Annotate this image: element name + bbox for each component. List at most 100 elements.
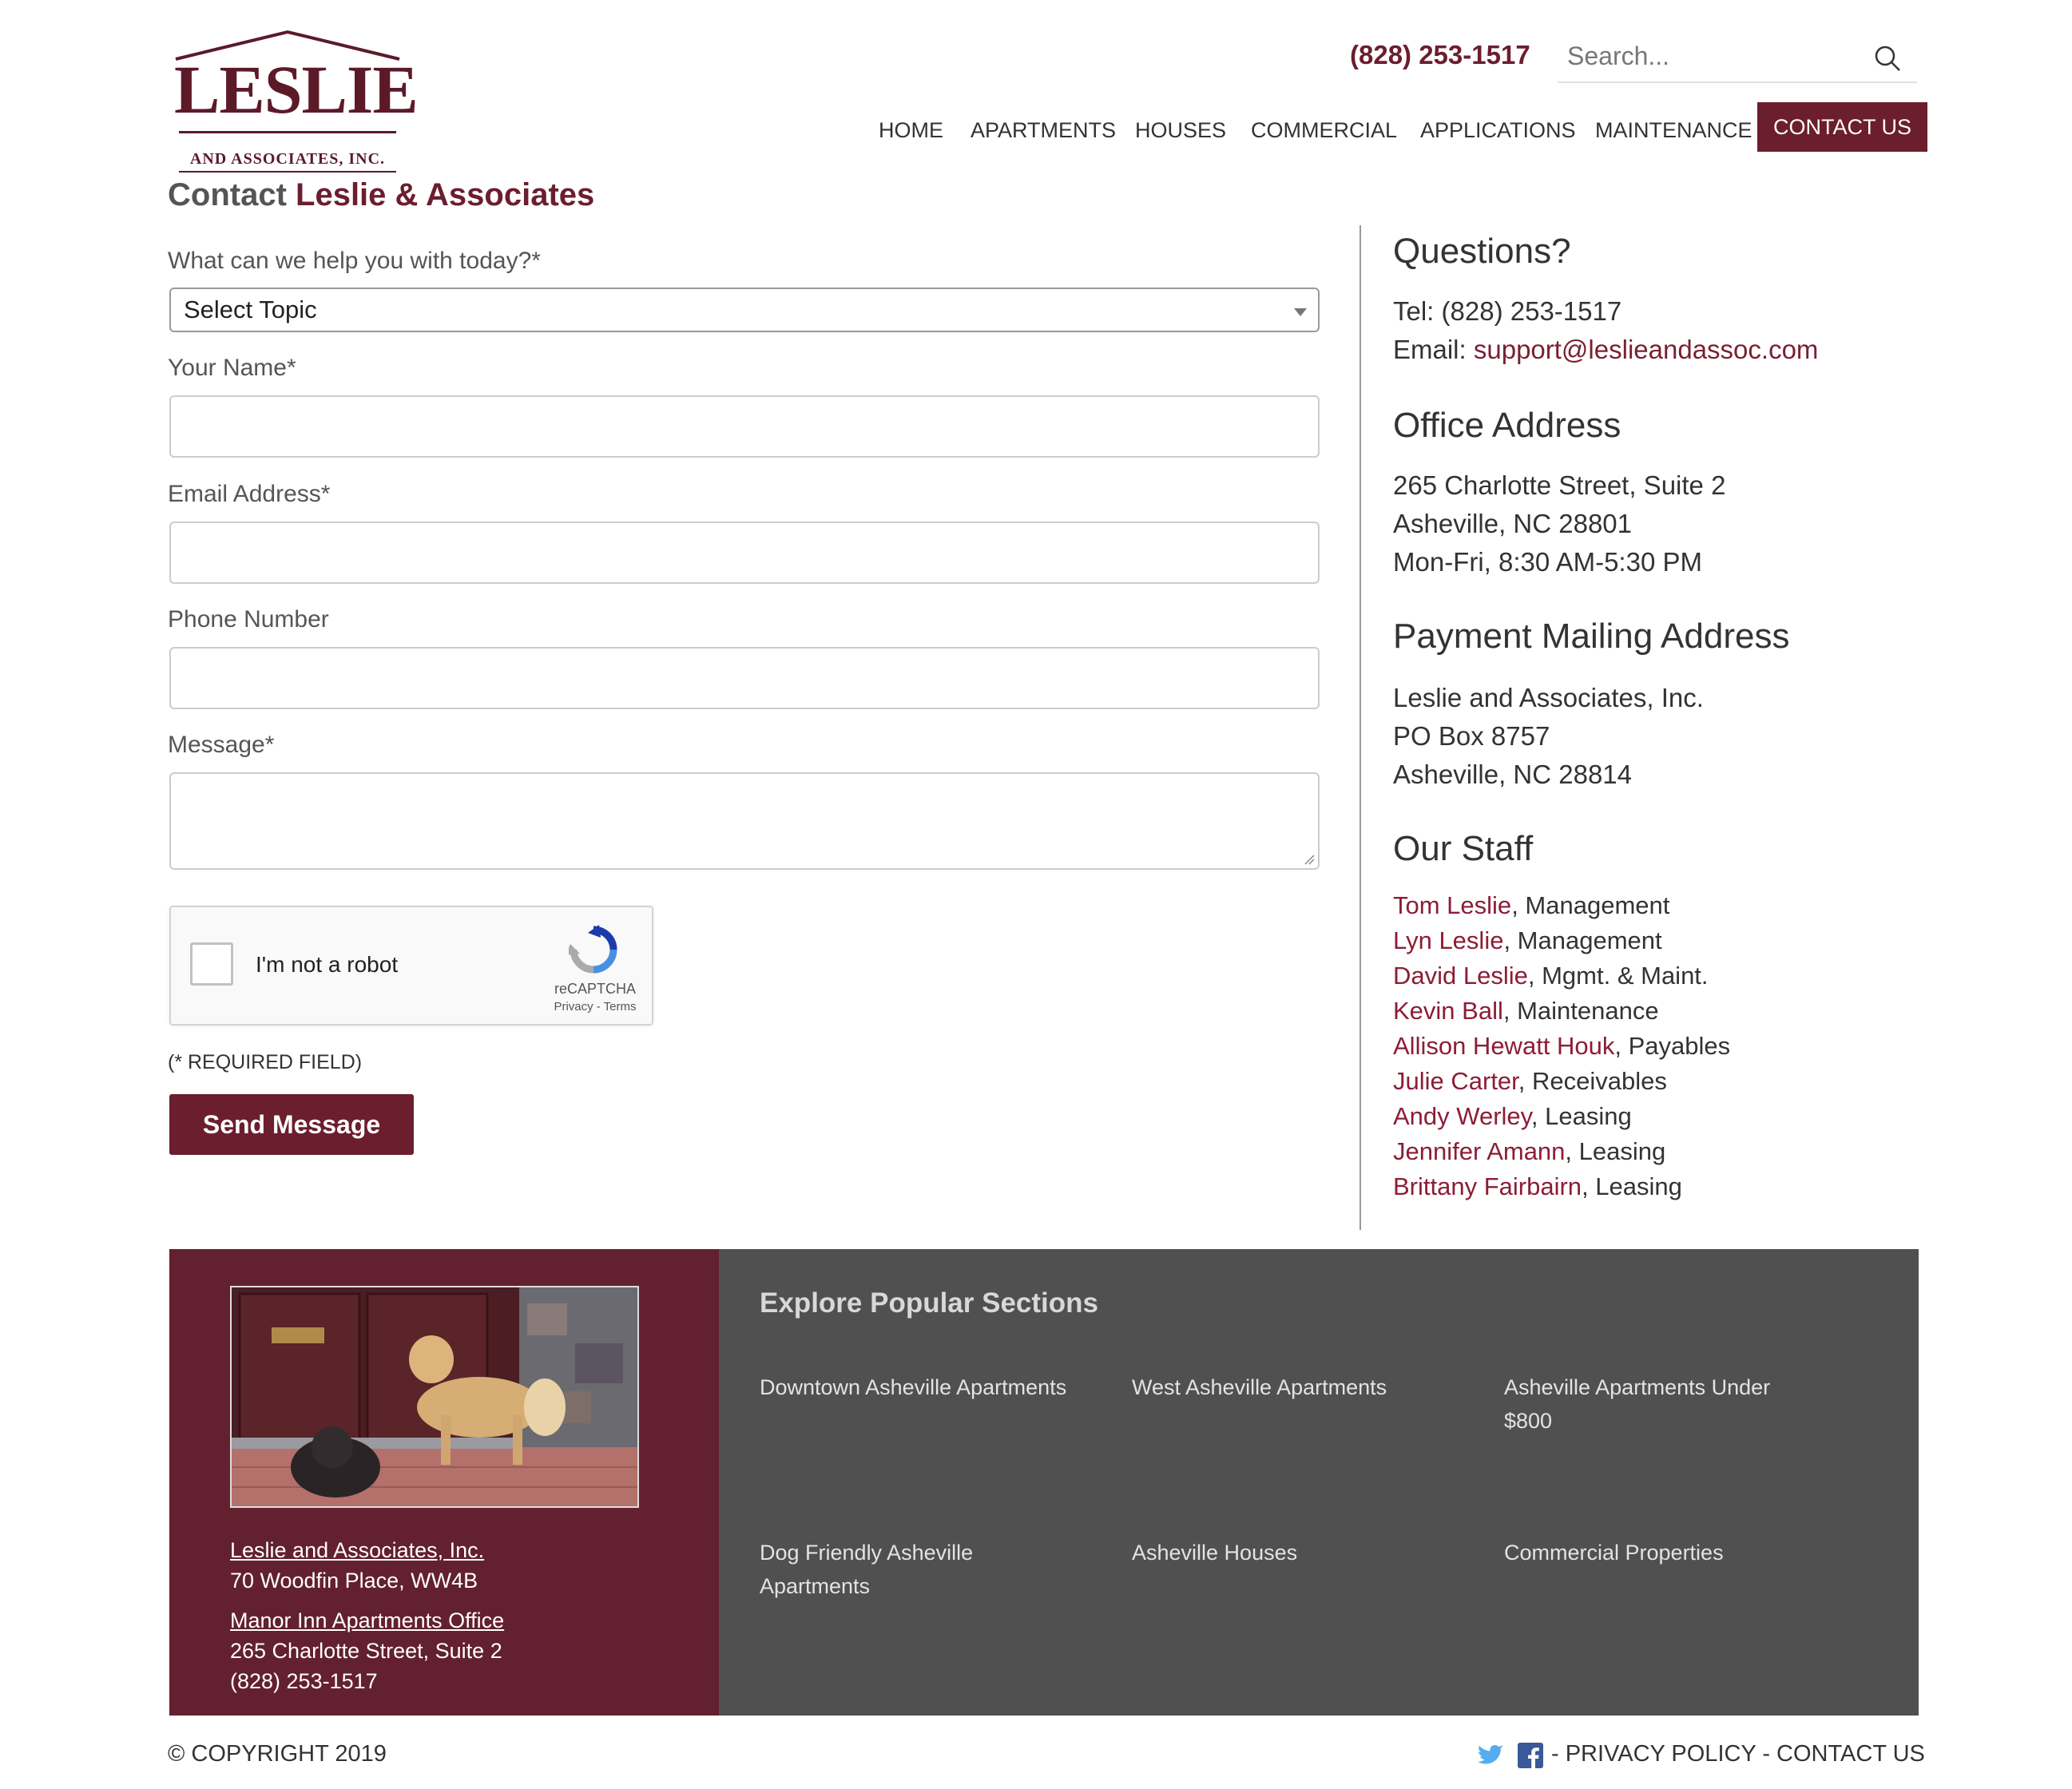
email-line: Email: support@leslieandassoc.com bbox=[1393, 331, 1818, 369]
staff-name-link[interactable]: Tom Leslie bbox=[1393, 891, 1511, 919]
tel-label: Tel: bbox=[1393, 296, 1435, 326]
search-input[interactable] bbox=[1558, 32, 1864, 80]
office-heading: Office Address bbox=[1393, 406, 1621, 445]
payment-line: Leslie and Associates, Inc. bbox=[1393, 683, 1704, 712]
privacy-contact-links[interactable]: - PRIVACY POLICY - CONTACT US bbox=[1551, 1741, 1925, 1767]
office2-name-link[interactable]: Manor Inn Apartments Office bbox=[230, 1609, 504, 1633]
staff-name-link[interactable]: Julie Carter bbox=[1393, 1067, 1518, 1095]
explore-link-downtown[interactable]: Downtown Asheville Apartments bbox=[760, 1371, 1071, 1404]
staff-item: Jennifer Amann, Leasing bbox=[1393, 1134, 1730, 1169]
phone-field[interactable] bbox=[169, 647, 1320, 709]
staff-role: , Payables bbox=[1614, 1032, 1731, 1060]
staff-item: Tom Leslie, Management bbox=[1393, 888, 1730, 923]
staff-item: Allison Hewatt Houk, Payables bbox=[1393, 1029, 1730, 1064]
office2-address: 265 Charlotte Street, Suite 2 bbox=[230, 1639, 502, 1663]
bottom-links: - PRIVACY POLICY - CONTACT US bbox=[1478, 1739, 1925, 1776]
payment-heading: Payment Mailing Address bbox=[1393, 617, 1790, 656]
header-phone[interactable]: (828) 253-1517 bbox=[1350, 40, 1530, 70]
explore-link-west-asheville[interactable]: West Asheville Apartments bbox=[1132, 1371, 1443, 1404]
staff-item: Julie Carter, Receivables bbox=[1393, 1064, 1730, 1099]
recaptcha-links[interactable]: Privacy - Terms bbox=[535, 1000, 655, 1014]
dogs-photo bbox=[230, 1286, 639, 1508]
staff-name-link[interactable]: Allison Hewatt Houk bbox=[1393, 1032, 1614, 1060]
tel-value[interactable]: (828) 253-1517 bbox=[1442, 296, 1622, 326]
topic-select-value: Select Topic bbox=[184, 296, 317, 323]
questions-heading: Questions? bbox=[1393, 232, 1571, 271]
staff-heading: Our Staff bbox=[1393, 829, 1534, 868]
explore-link-dog-friendly[interactable]: Dog Friendly Asheville Apartments bbox=[760, 1536, 1071, 1603]
main-nav: HOME APARTMENTS HOUSES COMMERCIAL APPLIC… bbox=[0, 102, 2072, 152]
copyright: © COPYRIGHT 2019 bbox=[168, 1741, 387, 1767]
page-title-accent: Leslie & Associates bbox=[296, 177, 595, 212]
footer-explore: Explore Popular Sections Downtown Ashevi… bbox=[719, 1249, 1919, 1716]
search-box bbox=[1558, 32, 1917, 83]
staff-item: Lyn Leslie, Management bbox=[1393, 923, 1730, 958]
nav-maintenance[interactable]: MAINTENANCE bbox=[1595, 110, 1752, 150]
staff-name-link[interactable]: Jennifer Amann bbox=[1393, 1137, 1565, 1165]
recaptcha-label: I'm not a robot bbox=[256, 952, 399, 977]
email-line-label: Email: bbox=[1393, 335, 1467, 364]
staff-role: , Management bbox=[1511, 891, 1670, 919]
facebook-icon[interactable] bbox=[1518, 1743, 1543, 1768]
recaptcha-checkbox[interactable] bbox=[190, 942, 233, 986]
office2-phone[interactable]: (828) 253-1517 bbox=[230, 1669, 378, 1694]
nav-applications[interactable]: APPLICATIONS bbox=[1420, 110, 1576, 150]
resize-grip-icon[interactable] bbox=[1304, 854, 1315, 865]
nav-commercial[interactable]: COMMERCIAL bbox=[1251, 110, 1397, 150]
nav-contact-us[interactable]: CONTACT US bbox=[1757, 102, 1928, 152]
recaptcha-logo-icon bbox=[569, 925, 617, 974]
explore-heading: Explore Popular Sections bbox=[760, 1287, 1098, 1319]
topic-select[interactable]: Select Topic bbox=[169, 288, 1320, 332]
nav-houses[interactable]: HOUSES bbox=[1135, 110, 1226, 150]
recaptcha-brand: reCAPTCHA bbox=[554, 981, 636, 997]
staff-role: , Leasing bbox=[1582, 1172, 1682, 1200]
payment-line: PO Box 8757 bbox=[1393, 721, 1550, 751]
staff-role: , Leasing bbox=[1530, 1102, 1632, 1130]
staff-list: Tom Leslie, Management Lyn Leslie, Manag… bbox=[1393, 888, 1730, 1204]
staff-role: , Management bbox=[1503, 926, 1662, 954]
message-field[interactable] bbox=[169, 772, 1320, 870]
name-field[interactable] bbox=[169, 395, 1320, 458]
staff-item: Brittany Fairbairn, Leasing bbox=[1393, 1169, 1730, 1204]
logo-subtitle: AND ASSOCIATES, INC. bbox=[189, 150, 386, 168]
dogs-photo-illustration bbox=[232, 1287, 637, 1506]
required-note: (* REQUIRED FIELD) bbox=[168, 1051, 363, 1073]
office-line: 265 Charlotte Street, Suite 2 bbox=[1393, 470, 1726, 500]
staff-role: , Leasing bbox=[1565, 1137, 1666, 1165]
staff-name-link[interactable]: David Leslie bbox=[1393, 962, 1528, 990]
explore-link-commercial[interactable]: Commercial Properties bbox=[1504, 1536, 1816, 1569]
phone-label: Phone Number bbox=[168, 606, 329, 633]
staff-item: Kevin Ball, Maintenance bbox=[1393, 994, 1730, 1029]
staff-role: , Receivables bbox=[1518, 1067, 1667, 1095]
nav-apartments[interactable]: APARTMENTS bbox=[971, 110, 1116, 150]
twitter-icon[interactable] bbox=[1478, 1744, 1505, 1768]
staff-name-link[interactable]: Kevin Ball bbox=[1393, 997, 1503, 1025]
page-title-prefix: Contact bbox=[168, 177, 287, 212]
chevron-down-icon bbox=[1294, 308, 1307, 316]
office-hours: Mon-Fri, 8:30 AM-5:30 PM bbox=[1393, 547, 1702, 577]
support-email-link[interactable]: support@leslieandassoc.com bbox=[1474, 335, 1819, 364]
staff-role: , Mgmt. & Maint. bbox=[1527, 962, 1709, 990]
topic-label: What can we help you with today?* bbox=[168, 248, 541, 274]
logo-rule-bottom bbox=[179, 171, 396, 173]
office1-address: 70 Woodfin Place, WW4B bbox=[230, 1569, 478, 1593]
footer-offices: Leslie and Associates, Inc. 70 Woodfin P… bbox=[169, 1249, 719, 1716]
staff-name-link[interactable]: Andy Werley bbox=[1393, 1102, 1531, 1130]
office-line: Asheville, NC 28801 bbox=[1393, 509, 1632, 538]
column-divider bbox=[1360, 225, 1361, 1230]
staff-name-link[interactable]: Lyn Leslie bbox=[1393, 926, 1503, 954]
message-label: Message* bbox=[168, 732, 275, 758]
email-field[interactable] bbox=[169, 522, 1320, 584]
nav-home[interactable]: HOME bbox=[879, 110, 943, 150]
staff-role: , Maintenance bbox=[1502, 997, 1659, 1025]
recaptcha-widget: I'm not a robot reCAPTCHA Privacy - Term… bbox=[169, 906, 653, 1025]
staff-name-link[interactable]: Brittany Fairbairn bbox=[1393, 1172, 1582, 1200]
explore-link-houses[interactable]: Asheville Houses bbox=[1132, 1536, 1443, 1569]
search-icon[interactable] bbox=[1874, 45, 1901, 72]
staff-item: Andy Werley, Leasing bbox=[1393, 1099, 1730, 1134]
office1-name-link[interactable]: Leslie and Associates, Inc. bbox=[230, 1538, 484, 1563]
name-label: Your Name* bbox=[168, 355, 296, 381]
email-label: Email Address* bbox=[168, 481, 331, 507]
explore-link-under-800[interactable]: Asheville Apartments Under $800 bbox=[1504, 1371, 1816, 1438]
send-message-button[interactable]: Send Message bbox=[169, 1094, 414, 1155]
